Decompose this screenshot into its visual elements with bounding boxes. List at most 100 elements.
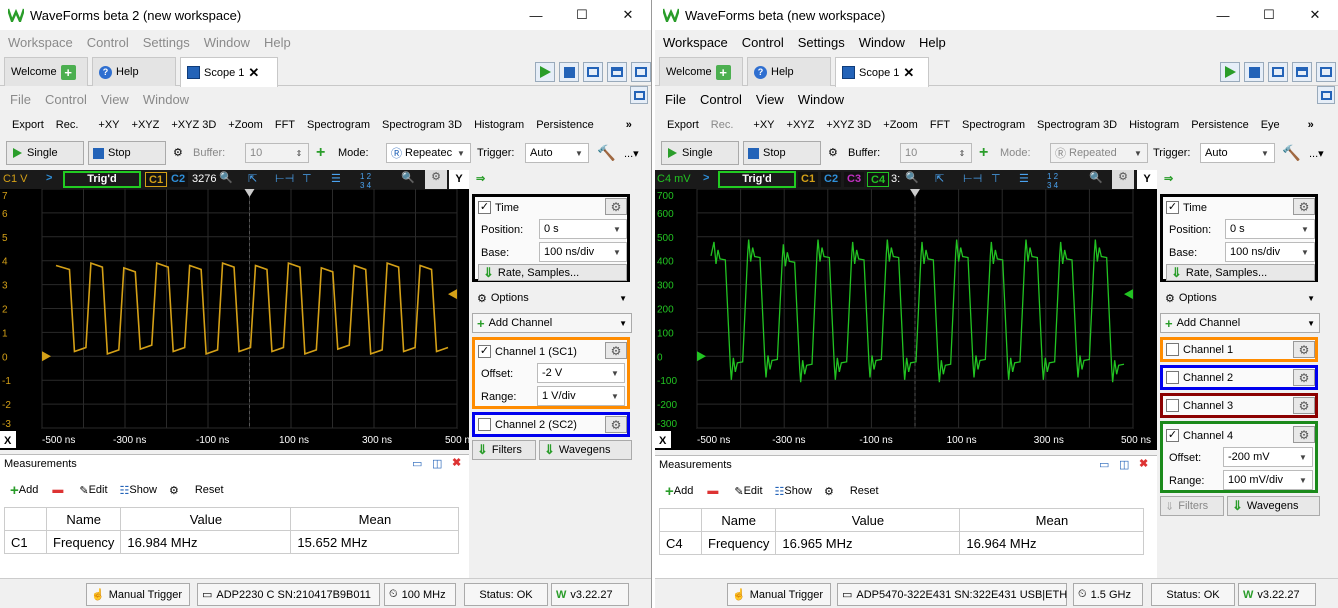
scope-canvas[interactable]: 7 6 5 4 3 2 1 0 -1 -2 -3 -500 ns -300 ns -100 ns 100 n… (0, 189, 469, 450)
rate-samples-button[interactable]: ⇓ Rate, Samples... (478, 264, 627, 281)
scope-plot[interactable]: C4 mV > Trig'd C1 C2 C3 C4 3: 🔍 ⇱ ⊢⊣ ⊤ ☰… (655, 170, 1157, 450)
tab-help[interactable]: ? Help (747, 57, 831, 86)
expand-chevron-icon[interactable]: > (703, 172, 709, 184)
zoom-icon[interactable]: 🔍 (905, 171, 919, 184)
stop-icon[interactable] (1244, 62, 1264, 82)
menu-workspace[interactable]: Workspace (663, 35, 728, 50)
clock-button[interactable]: ⏲ 1.5 GHz (1073, 583, 1143, 606)
zoom-out-icon[interactable]: 🔍 (1089, 171, 1103, 184)
gear-icon[interactable]: ⚙ (824, 485, 834, 498)
gear-icon[interactable]: ⚙ (1293, 397, 1315, 414)
close-icon[interactable]: ✕ (605, 0, 651, 30)
wavegens-button[interactable]: ⇓ Wavegens (1227, 496, 1320, 516)
time-checkbox[interactable]: ✓ (478, 201, 491, 214)
reset-button[interactable]: Reset (850, 485, 879, 497)
gear-icon[interactable]: ⚙ (605, 342, 627, 359)
channel2-checkbox[interactable] (478, 418, 491, 431)
gear-icon[interactable]: ⚙ (1293, 341, 1315, 358)
chevron-down-icon[interactable]: ▼ (572, 144, 586, 162)
tab-welcome[interactable]: Welcome + (4, 57, 88, 86)
hcursor-icon[interactable]: ⊢⊣ (275, 172, 294, 185)
device-button[interactable]: ▭ ADP5470-322E431 SN:322E431 USB|ETH (837, 583, 1067, 606)
rec-button[interactable]: Rec. (56, 119, 79, 131)
c4-button[interactable]: C4 (867, 172, 890, 187)
scope-canvas[interactable]: 700 600 500 400 300 200 100 0 -100 -200 -300 -500 n… (655, 189, 1157, 450)
arrow-right-icon[interactable]: ⇒ (1164, 172, 1173, 185)
persistence-button[interactable]: Persistence (1191, 119, 1248, 131)
channel3-checkbox[interactable] (1166, 399, 1179, 412)
markers-icon[interactable]: ☰ (1019, 172, 1029, 185)
cascade-icon[interactable] (583, 62, 603, 82)
add-button[interactable]: Add (19, 484, 39, 496)
add-icon[interactable]: + (316, 144, 325, 162)
offset-input[interactable]: -2 V ▼ (537, 363, 625, 383)
fft-button[interactable]: FFT (275, 119, 295, 131)
y-axis-button[interactable]: Y (1137, 170, 1157, 189)
xyz3d-button[interactable]: +XYZ 3D (826, 119, 871, 131)
title-bar[interactable]: WaveForms beta 2 (new workspace) — ☐ ✕ (0, 0, 651, 30)
close-icon[interactable]: ✕ (1292, 0, 1338, 30)
xy-button[interactable]: +XY (98, 119, 119, 131)
spectrogram-button[interactable]: Spectrogram (962, 119, 1025, 131)
device-button[interactable]: ▭ ADP2230 C SN:210417B9B011 (197, 583, 380, 606)
dock-icon[interactable] (1316, 62, 1336, 82)
base-select[interactable]: 100 ns/div ▼ (539, 242, 627, 262)
trigger-select[interactable]: Auto ▼ (525, 143, 589, 163)
position-input[interactable]: 0 s ▼ (539, 219, 627, 239)
menu-workspace[interactable]: Workspace (8, 35, 73, 50)
menu-window[interactable]: Window (859, 35, 905, 50)
range-select[interactable]: 100 mV/div ▼ (1223, 470, 1313, 490)
menu-scope-window[interactable]: Window (143, 92, 189, 107)
gear-icon[interactable]: ⚙ (1293, 426, 1315, 443)
run-icon[interactable] (1220, 62, 1240, 82)
version-button[interactable]: Wv3.22.27 (1238, 583, 1316, 606)
add-icon[interactable]: + (665, 483, 674, 500)
status-button[interactable]: Status: OK (464, 583, 548, 606)
chevron-down-icon[interactable]: ▼ (1258, 144, 1272, 162)
show-icon[interactable]: ☷ (775, 485, 785, 498)
gear-icon[interactable]: ⚙ (173, 146, 183, 159)
fft-button[interactable]: FFT (930, 119, 950, 131)
eye-button[interactable]: Eye (1261, 119, 1280, 131)
zoom-icon[interactable]: 🔍 (219, 171, 233, 184)
range-select[interactable]: 1 V/div ▼ (537, 386, 625, 406)
position-input[interactable]: 0 s ▼ (1225, 219, 1315, 239)
gear-icon[interactable]: ⚙ (828, 146, 838, 159)
numbers-icon[interactable]: 1 23 4 (360, 172, 371, 190)
add-channel-button[interactable]: + Add Channel ▼ (1160, 313, 1320, 333)
close-tab-icon[interactable]: ✕ (903, 65, 914, 81)
cursor-icon[interactable]: ⇱ (935, 172, 944, 185)
table-row[interactable]: C4 Frequency 16.965 MHz 16.964 MHz (659, 531, 1145, 555)
c1-button[interactable]: C1 (798, 172, 819, 187)
mode-select[interactable]: Ⓡ Repeated ▼ (1050, 143, 1148, 163)
gear-icon[interactable]: ⚙ (169, 484, 179, 497)
add-channel-button[interactable]: + Add Channel ▼ (472, 313, 632, 333)
hammer-icon[interactable]: 🔨 (1282, 144, 1301, 162)
menu-scope-control[interactable]: Control (45, 92, 87, 107)
histogram-button[interactable]: Histogram (1129, 119, 1179, 131)
version-button[interactable]: Wv3.22.27 (551, 583, 629, 606)
histogram-button[interactable]: Histogram (474, 119, 524, 131)
zoom-button[interactable]: +Zoom (883, 119, 918, 131)
channel1-checkbox[interactable] (1166, 343, 1179, 356)
restore-icon[interactable] (630, 86, 648, 104)
cursor-icon[interactable]: ⇱ (248, 172, 257, 185)
menu-view[interactable]: View (756, 92, 784, 107)
offset-input[interactable]: -200 mV ▼ (1223, 447, 1313, 467)
dock-icon[interactable]: ▭ (1099, 458, 1109, 471)
status-button[interactable]: Status: OK (1151, 583, 1235, 606)
xy-button[interactable]: +XY (753, 119, 774, 131)
expand-chevron-icon[interactable]: > (46, 172, 52, 184)
title-bar[interactable]: WaveForms beta (new workspace) — ☐ ✕ (655, 0, 1338, 30)
stepper-icon[interactable]: ⇕ (955, 144, 969, 162)
single-button[interactable]: Single (6, 141, 84, 165)
more-icon[interactable]: ...▾ (624, 147, 639, 160)
c1-button[interactable]: C1 (145, 172, 168, 187)
channel1-checkbox[interactable]: ✓ (478, 345, 491, 358)
hcursor-icon[interactable]: ⊢⊣ (963, 172, 982, 185)
numbers-icon[interactable]: 1 23 4 (1047, 172, 1058, 190)
plus-icon[interactable]: + (715, 64, 731, 80)
cascade-icon[interactable] (1268, 62, 1288, 82)
spectrogram3d-button[interactable]: Spectrogram 3D (382, 119, 462, 131)
manual-trigger-button[interactable]: ☝ Manual Trigger (86, 583, 190, 606)
